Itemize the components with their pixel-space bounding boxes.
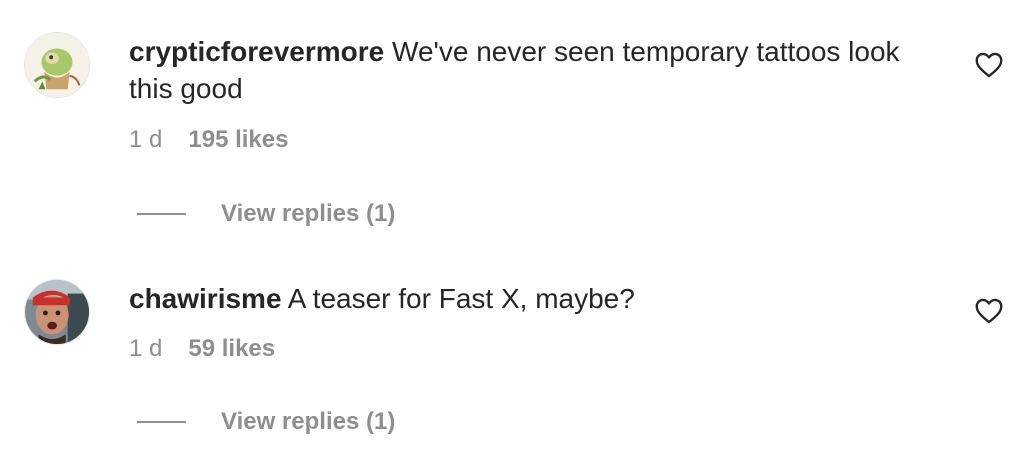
avatar[interactable]	[24, 279, 90, 345]
view-replies-label: View replies (1)	[221, 408, 396, 435]
comment-time[interactable]: 1 d	[129, 126, 162, 154]
photo-avatar-image	[25, 280, 89, 344]
heart-icon[interactable]	[975, 52, 1003, 78]
view-replies-label: View replies (1)	[221, 200, 396, 227]
comment-meta: 1 d 59 likes	[129, 335, 275, 363]
comment-text: A teaser for Fast X, maybe?	[287, 283, 635, 314]
replies-divider-line	[137, 421, 186, 423]
comment-body: chawirisme A teaser for Fast X, maybe?	[129, 280, 929, 317]
comment-likes[interactable]: 59 likes	[188, 335, 275, 363]
comment-username[interactable]: crypticforevermore	[129, 36, 384, 67]
comment-username[interactable]: chawirisme	[129, 283, 282, 314]
replies-divider-line	[137, 213, 186, 215]
comment-time[interactable]: 1 d	[129, 335, 162, 363]
cartoon-avatar-image	[25, 33, 89, 97]
view-replies-button[interactable]: View replies (1)	[137, 408, 395, 436]
comment-likes[interactable]: 195 likes	[188, 126, 288, 154]
comment-body: crypticforevermore We've never seen temp…	[129, 33, 929, 107]
view-replies-button[interactable]: View replies (1)	[137, 200, 395, 228]
heart-icon[interactable]	[975, 298, 1003, 324]
comment-meta: 1 d 195 likes	[129, 126, 288, 154]
avatar[interactable]	[24, 32, 90, 98]
